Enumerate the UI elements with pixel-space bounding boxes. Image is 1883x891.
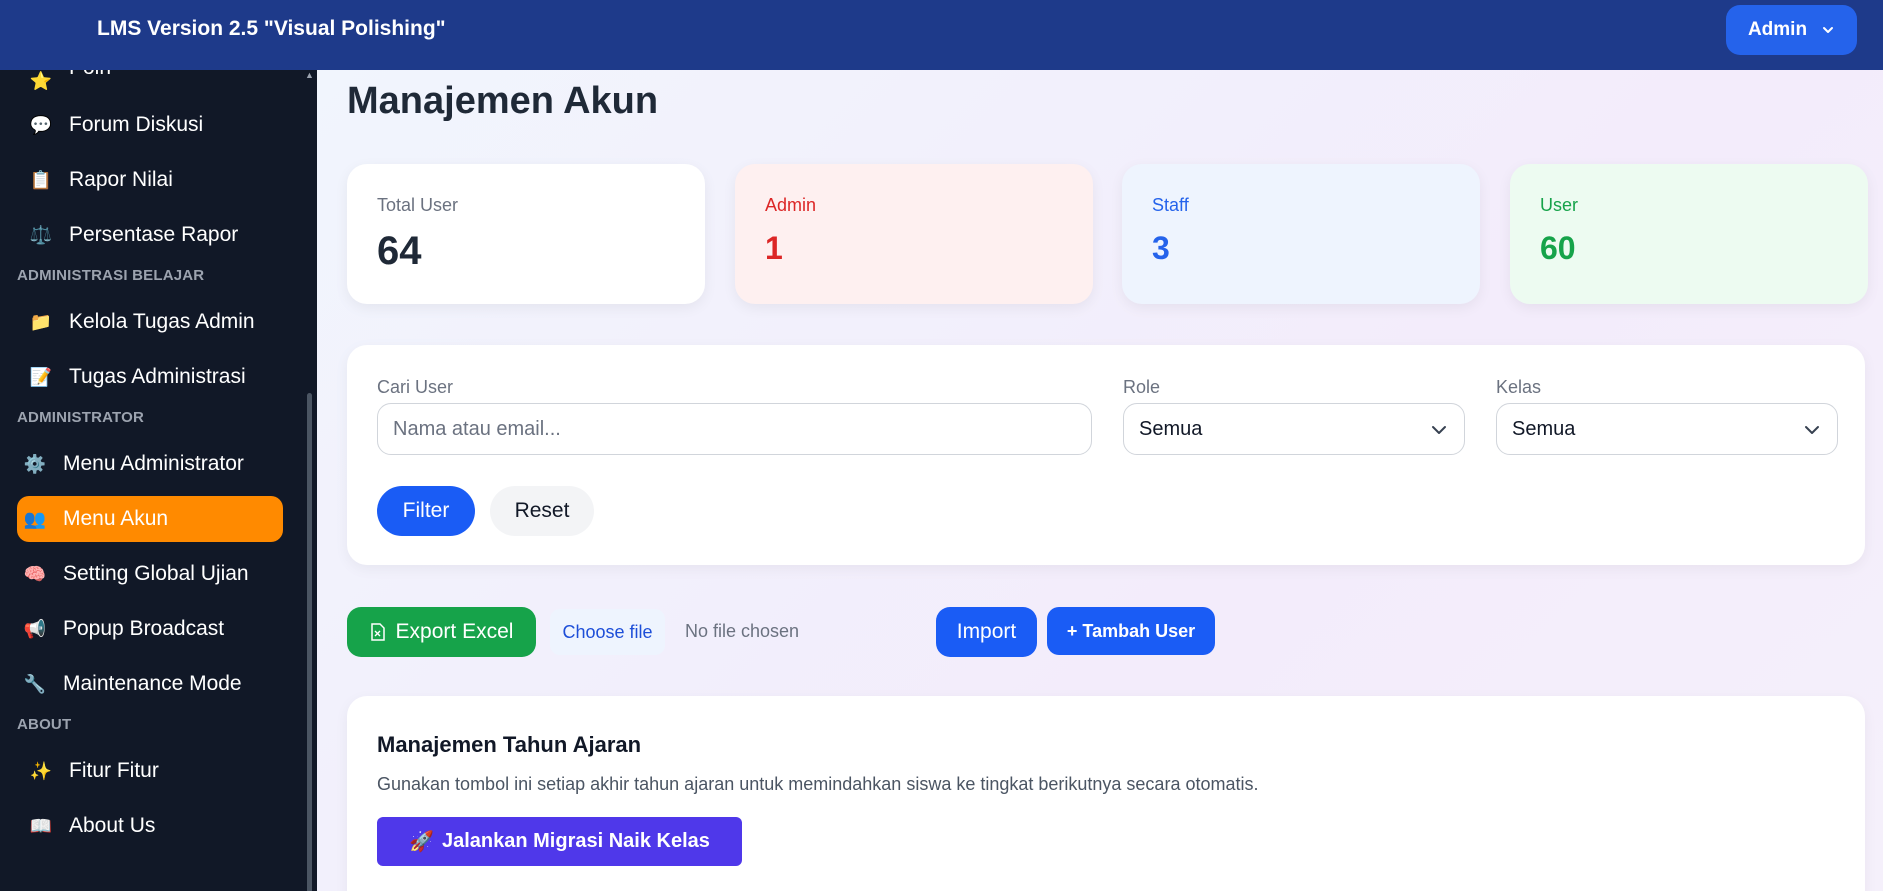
book-icon: 📖 xyxy=(29,815,53,836)
stat-label: User xyxy=(1540,195,1579,215)
scale-icon: ⚖️ xyxy=(29,224,53,245)
sidebar-item-label: Kelola Tugas Admin xyxy=(69,310,255,333)
sidebar-item-rapor-nilai[interactable]: 📋 Rapor Nilai xyxy=(17,157,283,203)
stat-card-admin: Admin 1 xyxy=(735,164,1093,304)
choose-file-button[interactable]: Choose file xyxy=(550,609,665,655)
brain-icon: 🧠 xyxy=(23,563,47,584)
migrate-class-label: Jalankan Migrasi Naik Kelas xyxy=(441,830,710,852)
sidebar-item-label: Tugas Administrasi xyxy=(69,365,246,388)
sidebar-item-label: Poin xyxy=(69,70,111,80)
sidebar-item-about-us[interactable]: 📖 About Us xyxy=(17,803,283,849)
stat-card-user: User 60 xyxy=(1510,164,1868,304)
wrench-icon: 🔧 xyxy=(23,673,47,694)
app-title: LMS Version 2.5 "Visual Polishing" xyxy=(97,17,446,40)
export-excel-label: Export Excel xyxy=(395,620,514,643)
sidebar-item-label: About Us xyxy=(69,814,156,837)
filter-card: Cari User Nama atau email... Role Semua … xyxy=(347,345,1865,565)
section-administrator: ADMINISTRATOR xyxy=(17,409,145,426)
kelas-select-value: Semua xyxy=(1512,417,1576,440)
stat-value: 1 xyxy=(765,230,783,266)
sidebar-item-poin[interactable]: ⭐ Poin xyxy=(17,70,283,92)
sparkles-icon: ✨ xyxy=(29,760,53,781)
section-about: ABOUT xyxy=(17,716,72,733)
add-user-button[interactable]: + Tambah User xyxy=(1047,607,1215,655)
stat-card-total-user: Total User 64 xyxy=(347,164,705,304)
sidebar-item-setting-global-ujian[interactable]: 🧠 Setting Global Ujian xyxy=(17,551,283,597)
sidebar-item-popup-broadcast[interactable]: 📢 Popup Broadcast xyxy=(17,606,283,652)
sidebar-item-label: Maintenance Mode xyxy=(63,672,242,695)
sidebar-item-label: Setting Global Ujian xyxy=(63,562,249,585)
rocket-icon: 🚀 xyxy=(409,831,434,853)
academic-year-card: Manajemen Tahun Ajaran Gunakan tombol in… xyxy=(347,696,1865,891)
academic-year-title: Manajemen Tahun Ajaran xyxy=(377,732,642,757)
page-title: Manajemen Akun xyxy=(347,80,659,122)
chevron-down-icon xyxy=(1823,27,1834,33)
top-bar: LMS Version 2.5 "Visual Polishing" Admin xyxy=(0,0,1883,70)
sidebar-item-label: Rapor Nilai xyxy=(69,168,173,191)
filter-button[interactable]: Filter xyxy=(377,486,475,536)
role-select-value: Semua xyxy=(1139,417,1203,440)
speech-bubble-icon: 💬 xyxy=(29,114,53,135)
kelas-label: Kelas xyxy=(1496,377,1542,397)
chevron-down-icon xyxy=(1432,426,1446,434)
gear-icon: ⚙️ xyxy=(23,453,47,474)
user-menu-button[interactable]: Admin xyxy=(1726,5,1857,55)
sidebar-nav: ⭐ Poin 💬 Forum Diskusi 📋 Rapor Nilai ⚖️ … xyxy=(0,70,300,858)
stat-label: Total User xyxy=(377,195,459,215)
chevron-down-icon xyxy=(1805,426,1819,434)
section-administrasi-belajar: ADMINISTRASI BELAJAR xyxy=(17,267,205,284)
folder-icon: 📁 xyxy=(29,311,53,332)
sidebar: ⭐ Poin 💬 Forum Diskusi 📋 Rapor Nilai ⚖️ … xyxy=(0,70,317,891)
academic-year-description: Gunakan tombol ini setiap akhir tahun aj… xyxy=(377,774,1259,794)
stat-value: 60 xyxy=(1540,230,1576,266)
sidebar-item-fitur-fitur[interactable]: ✨ Fitur Fitur xyxy=(17,748,283,794)
reset-button[interactable]: Reset xyxy=(490,486,594,536)
sidebar-item-label: Menu Administrator xyxy=(63,452,244,475)
sidebar-scrollbar[interactable] xyxy=(307,393,312,891)
main-content: Manajemen Akun Total User 64 Admin 1 Sta… xyxy=(317,70,1883,891)
sidebar-item-label: Forum Diskusi xyxy=(69,113,204,136)
users-icon: 👥 xyxy=(23,508,47,529)
user-menu-label: Admin xyxy=(1747,19,1808,40)
stat-value: 3 xyxy=(1152,230,1170,266)
star-icon: ⭐ xyxy=(29,71,53,91)
role-select[interactable]: Semua xyxy=(1123,403,1465,455)
sidebar-item-label: Persentase Rapor xyxy=(69,223,239,246)
sidebar-item-label: Popup Broadcast xyxy=(63,617,225,640)
clipboard-icon: 📋 xyxy=(29,169,53,190)
sidebar-item-label: Menu Akun xyxy=(63,507,169,530)
megaphone-icon: 📢 xyxy=(23,618,47,639)
migrate-class-button[interactable]: 🚀 Jalankan Migrasi Naik Kelas xyxy=(377,817,742,866)
import-button[interactable]: Import xyxy=(936,607,1037,657)
stat-value: 64 xyxy=(377,229,422,273)
search-input[interactable]: Nama atau email... xyxy=(377,403,1092,455)
sidebar-item-maintenance-mode[interactable]: 🔧 Maintenance Mode xyxy=(17,661,283,707)
search-label: Cari User xyxy=(377,377,454,397)
sidebar-item-kelola-tugas-admin[interactable]: 📁 Kelola Tugas Admin xyxy=(17,299,283,345)
scroll-up-arrow-icon[interactable]: ▲ xyxy=(305,70,314,80)
sidebar-item-persentase-rapor[interactable]: ⚖️ Persentase Rapor xyxy=(17,212,283,258)
stat-card-staff: Staff 3 xyxy=(1122,164,1480,304)
export-excel-button[interactable]: Export Excel xyxy=(347,607,536,657)
kelas-select[interactable]: Semua xyxy=(1496,403,1838,455)
stat-label: Admin xyxy=(765,195,817,215)
excel-file-icon xyxy=(370,623,385,641)
stat-label: Staff xyxy=(1152,195,1189,215)
sidebar-item-tugas-administrasi[interactable]: 📝 Tugas Administrasi xyxy=(17,354,283,400)
sidebar-item-menu-akun[interactable]: 👥 Menu Akun xyxy=(17,496,283,542)
memo-icon: 📝 xyxy=(29,366,53,387)
file-status-text: No file chosen xyxy=(685,621,800,641)
sidebar-item-forum-diskusi[interactable]: 💬 Forum Diskusi xyxy=(17,102,283,148)
role-label: Role xyxy=(1123,377,1161,397)
sidebar-item-menu-administrator[interactable]: ⚙️ Menu Administrator xyxy=(17,441,283,487)
sidebar-item-label: Fitur Fitur xyxy=(69,759,159,782)
